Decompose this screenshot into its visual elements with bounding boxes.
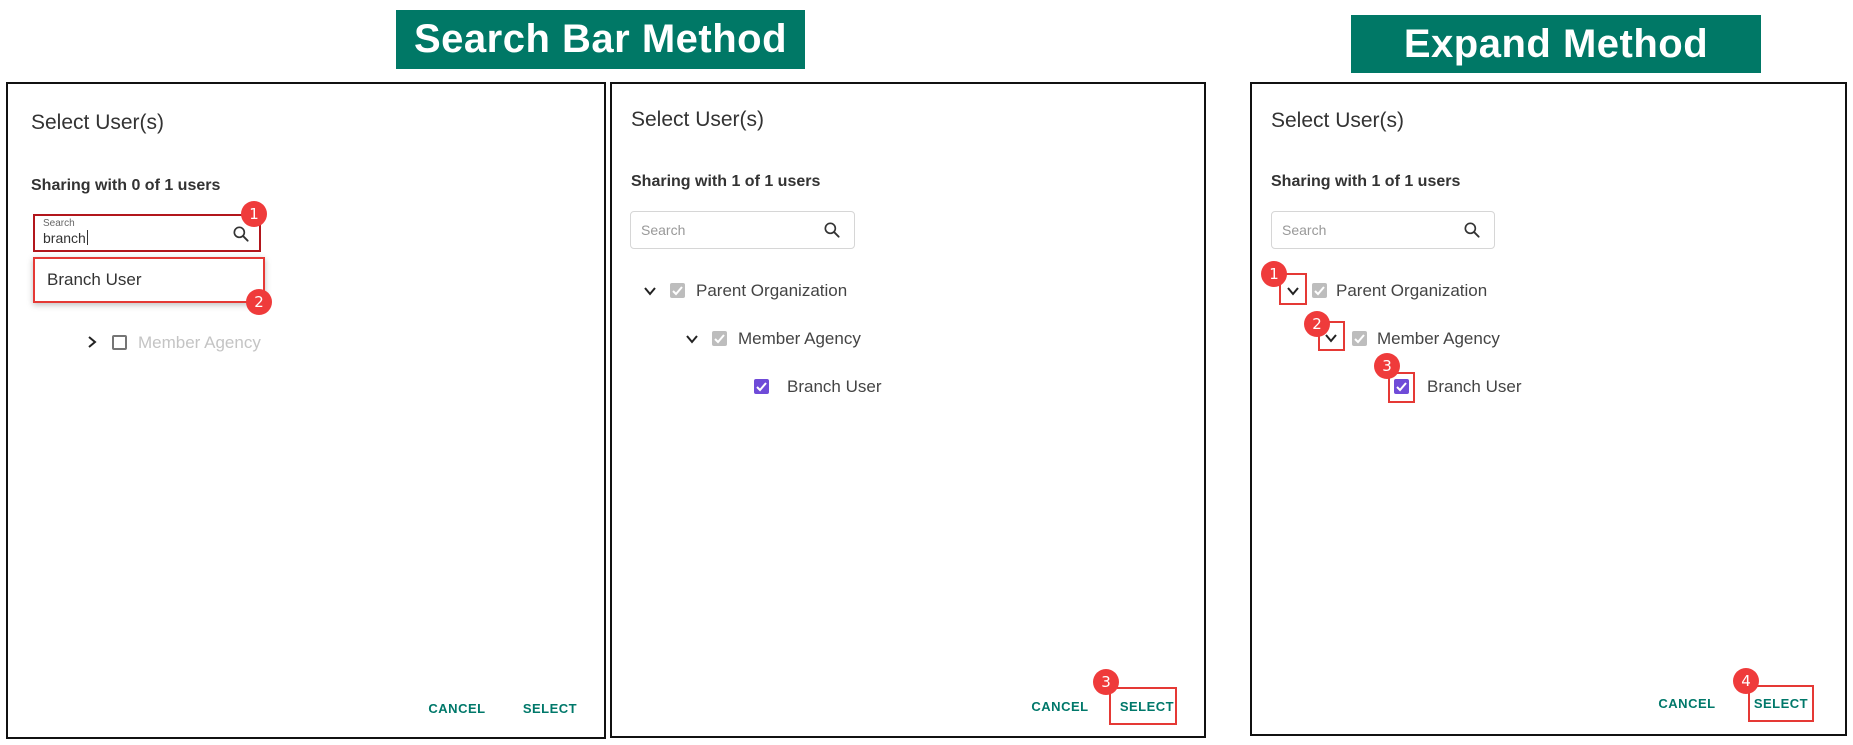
tree-label-member-agency: Member Agency [738,329,861,348]
step-badge-4: 4 [1733,668,1759,694]
cancel-button[interactable]: CANCEL [422,695,492,721]
expand-method-banner: Expand Method [1351,15,1761,73]
search-placeholder: Search [641,222,686,238]
dialog-title: Select User(s) [631,108,765,131]
tree-label-branch-user: Branch User [1427,377,1522,396]
search-icon[interactable] [822,220,842,240]
cancel-button[interactable]: CANCEL [1025,693,1095,719]
sharing-count: Sharing with 0 of 1 users [31,177,221,194]
step-badge-3: 3 [1093,669,1119,695]
tree-label-member-agency: Member Agency [138,333,261,352]
search-input[interactable]: Search [630,211,855,249]
checkbox-member-agency[interactable] [712,331,727,346]
select-button-highlight [1109,687,1177,725]
check-icon [1314,286,1325,296]
search-icon[interactable] [231,224,251,244]
tree-label-branch-user: Branch User [787,377,882,396]
search-icon[interactable] [1462,220,1482,240]
select-users-dialog-search: Select User(s) Sharing with 0 of 1 users… [6,82,606,739]
select-button[interactable]: SELECT [515,695,585,721]
step-badge-1: 1 [1261,261,1287,287]
chevron-right-icon[interactable] [84,334,100,350]
checkbox-parent-organization[interactable] [670,283,685,298]
search-input[interactable]: Search branch [33,214,261,252]
sharing-count: Sharing with 1 of 1 users [631,173,821,190]
select-users-dialog-expand: Select User(s) Sharing with 1 of 1 users… [1250,82,1847,736]
select-button-highlight [1748,685,1814,722]
chevron-down-icon[interactable] [642,283,658,299]
step-badge-2: 2 [1304,311,1330,337]
search-result-option[interactable]: Branch User [33,257,265,303]
checkbox-member-agency[interactable] [112,335,127,350]
check-icon [756,382,767,392]
chevron-down-icon[interactable] [684,331,700,347]
checkbox-member-agency[interactable] [1352,331,1367,346]
search-value: branch [43,230,88,246]
dialog-title: Select User(s) [1271,109,1405,132]
tree-label-parent-organization: Parent Organization [1336,281,1488,300]
checkbox-parent-organization[interactable] [1312,283,1327,298]
dialog-title: Select User(s) [31,111,165,134]
search-result-label: Branch User [47,270,142,289]
search-placeholder: Search [1282,222,1327,238]
step-badge-1: 1 [241,201,267,227]
tree-label-parent-organization: Parent Organization [696,281,848,300]
sharing-count: Sharing with 1 of 1 users [1271,173,1461,190]
select-users-dialog-result: Select User(s) Sharing with 1 of 1 users… [610,82,1206,738]
step-badge-3: 3 [1374,353,1400,379]
search-bar-method-banner: Search Bar Method [396,10,805,69]
search-input[interactable]: Search [1271,211,1495,249]
search-label: Search [43,218,75,229]
tree-label-member-agency: Member Agency [1377,329,1500,348]
check-icon [672,286,683,296]
check-icon [1354,334,1365,344]
cancel-button[interactable]: CANCEL [1652,690,1722,716]
check-icon [714,334,725,344]
step-badge-2: 2 [246,289,272,315]
checkbox-branch-user[interactable] [754,379,769,394]
